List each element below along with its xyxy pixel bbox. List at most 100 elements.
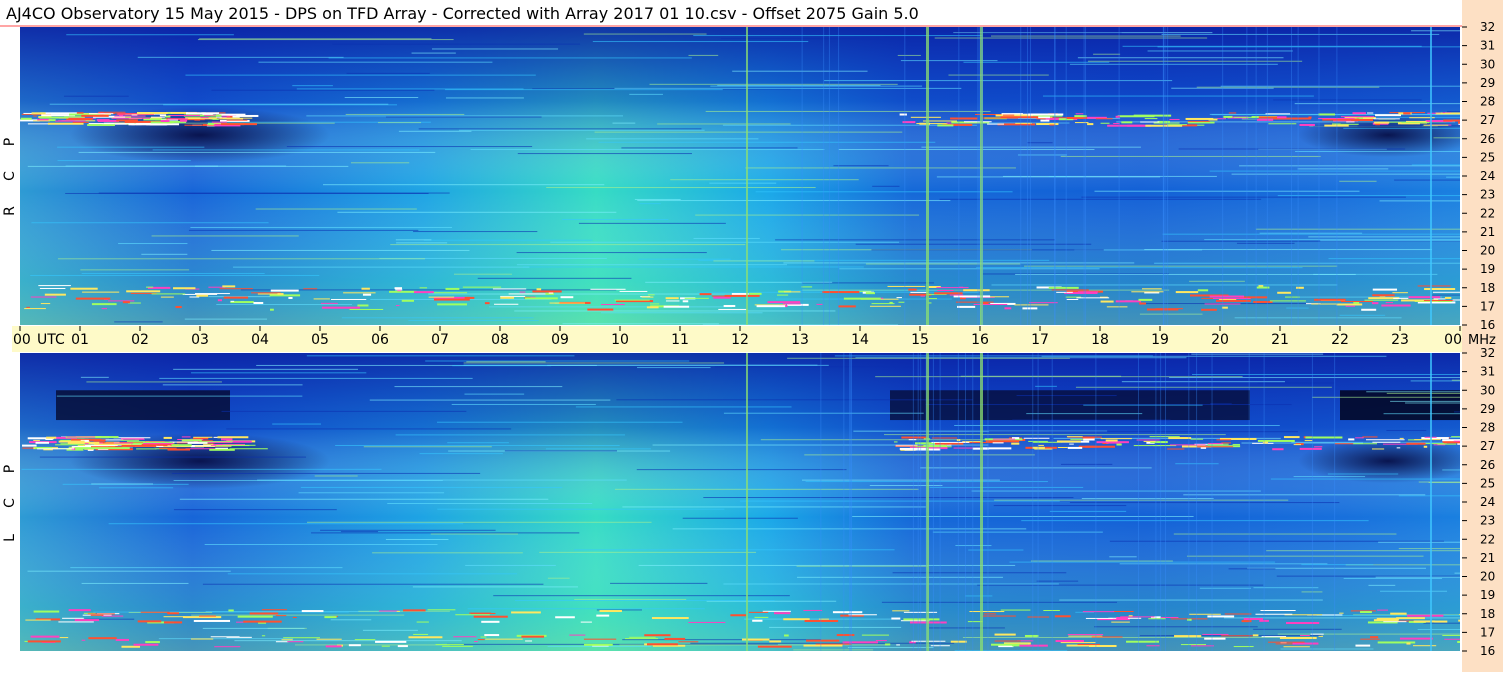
noise-streak (921, 146, 1141, 148)
noise-streak (598, 141, 936, 143)
noise-streak (1286, 307, 1309, 309)
signal-band-segment (445, 287, 460, 290)
signal-band-segment (665, 297, 679, 300)
noise-streak (466, 361, 546, 363)
interference-line (1027, 27, 1029, 325)
noise-streak (311, 532, 580, 534)
noise-streak (413, 231, 538, 233)
signal-band-segment (81, 639, 86, 641)
noise-streak (977, 584, 1264, 586)
interference-line (823, 27, 825, 325)
interference-line (1263, 353, 1265, 651)
noise-streak (1189, 280, 1245, 282)
noise-streak (108, 523, 464, 525)
noise-streak (971, 490, 1261, 492)
signal-band-segment (937, 124, 954, 127)
noise-streak (610, 582, 708, 584)
interference-line (972, 353, 974, 651)
frequency-tick-label: 25 (1480, 150, 1495, 164)
noise-streak (396, 242, 448, 244)
signal-band-segment (222, 285, 236, 288)
signal-band-segment (455, 614, 490, 616)
noise-streak (884, 434, 1226, 436)
signal-band-segment (219, 113, 246, 116)
interference-line (849, 353, 851, 651)
signal-band-segment (875, 640, 887, 642)
signal-band-segment (776, 294, 789, 296)
time-tick-label: 08 (491, 332, 509, 348)
noise-streak (1087, 60, 1303, 62)
signal-band-segment (1191, 645, 1214, 647)
signal-band-segment (223, 296, 249, 299)
dark-band (1340, 390, 1460, 421)
signal-band-segment (1075, 113, 1084, 115)
noise-streak (614, 488, 919, 490)
noise-streak (445, 97, 524, 99)
interference-line (838, 27, 840, 325)
signal-band-segment (442, 645, 473, 647)
signal-band-segment (949, 294, 964, 296)
noise-streak (636, 469, 847, 471)
time-tick-label: 22 (1331, 332, 1349, 348)
noise-streak (257, 479, 627, 481)
noise-streak (1339, 180, 1377, 182)
signal-band-segment (1043, 609, 1060, 611)
signal-band-segment (1228, 112, 1237, 114)
signal-band-segment (37, 448, 75, 450)
time-tick-label: 09 (551, 332, 569, 348)
frequency-tick-label: 22 (1480, 532, 1495, 546)
interference-line (1430, 27, 1432, 325)
signal-band-segment (646, 643, 678, 646)
signal-band-segment (1120, 616, 1155, 618)
noise-streak (550, 241, 900, 243)
signal-band-segment (114, 115, 146, 117)
signal-band-segment (1352, 443, 1377, 445)
frequency-tick-label: 16 (1480, 644, 1495, 658)
signal-band-segment (303, 288, 318, 290)
noise-streak (852, 515, 1194, 517)
noise-streak (1161, 33, 1440, 35)
signal-band-segment (1169, 118, 1180, 120)
signal-band-segment (901, 436, 928, 439)
signal-band-segment (1392, 292, 1408, 294)
signal-band-segment (988, 296, 1010, 298)
signal-band-segment (30, 635, 60, 638)
signal-band-segment (748, 611, 769, 613)
noise-streak (184, 318, 268, 320)
signal-band-segment (601, 304, 625, 306)
signal-band-segment (1049, 124, 1055, 126)
noise-streak (954, 425, 1280, 427)
signal-band-segment (253, 301, 264, 304)
signal-band-segment (47, 122, 84, 125)
signal-band-segment (1252, 442, 1274, 444)
signal-band-segment (193, 436, 213, 438)
signal-band-segment (1074, 115, 1087, 118)
noise-streak (634, 198, 681, 200)
signal-band-segment (871, 303, 895, 305)
signal-band-segment (484, 634, 500, 637)
noise-streak (173, 368, 358, 370)
signal-band-segment (1385, 302, 1393, 304)
frequency-tick-label: 32 (1480, 20, 1495, 34)
interference-line (1167, 27, 1169, 325)
signal-band-segment (354, 639, 376, 641)
noise-streak (1327, 473, 1399, 475)
signal-band-segment (1399, 637, 1433, 640)
signal-band-segment (180, 119, 188, 122)
signal-band-segment (1371, 302, 1379, 305)
signal-band-segment (397, 645, 408, 648)
signal-band-segment (625, 638, 659, 640)
noise-streak (437, 508, 725, 510)
signal-band-segment (1372, 441, 1401, 443)
signal-band-segment (1067, 634, 1104, 636)
signal-band-segment (1340, 301, 1373, 303)
noise-streak (211, 249, 470, 251)
time-tick-label: 23 (1391, 332, 1409, 348)
signal-band-segment (215, 114, 222, 117)
signal-band-segment (1082, 611, 1115, 613)
noise-streak (1210, 403, 1232, 405)
signal-band-segment (395, 305, 400, 307)
signal-band-segment (30, 296, 57, 298)
signal-band-segment (908, 288, 917, 291)
frequency-tick-label: 18 (1480, 607, 1495, 621)
